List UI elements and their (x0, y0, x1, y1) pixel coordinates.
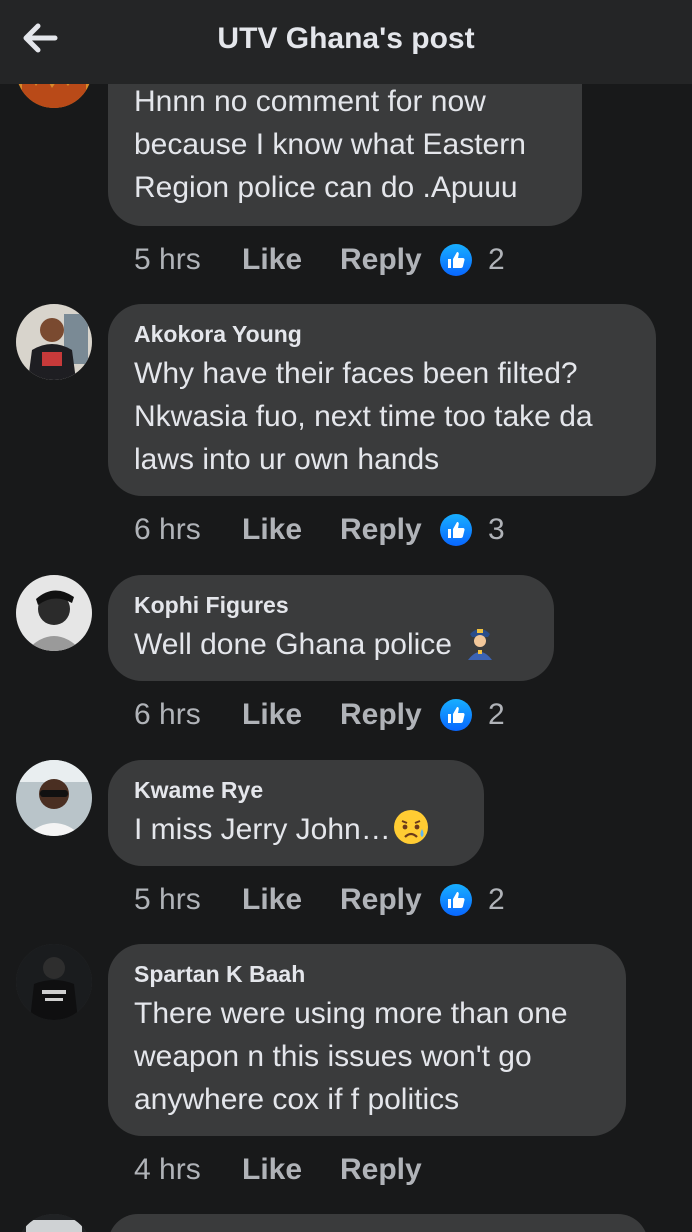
comment-bubble[interactable] (108, 1214, 648, 1232)
comment-actions: 5 hrs Like Reply 2 (134, 240, 505, 280)
comment-actions: 6 hrs Like Reply 2 (134, 695, 505, 735)
like-reaction-icon (440, 244, 472, 276)
like-reaction-icon (440, 884, 472, 916)
police-officer-emoji (466, 624, 494, 665)
avatar[interactable] (16, 304, 92, 380)
top-bar: UTV Ghana's post (0, 0, 692, 84)
comment-bubble[interactable]: Akokora Young Why have their faces been … (108, 304, 656, 496)
reply-button[interactable]: Reply (340, 1150, 440, 1190)
reply-button[interactable]: Reply (340, 695, 440, 735)
reply-button[interactable]: Reply (340, 240, 440, 280)
reply-button[interactable]: Reply (340, 510, 440, 550)
reaction-summary[interactable]: 2 (440, 695, 505, 735)
comment-time: 5 hrs (134, 883, 201, 916)
page-title: UTV Ghana's post (217, 22, 475, 55)
comment-time: 6 hrs (134, 513, 201, 546)
comment-bubble[interactable]: Kwame Rye I miss Jerry John… (108, 760, 484, 866)
comment-author[interactable]: Kwame Rye (134, 776, 458, 804)
like-button[interactable]: Like (242, 1150, 340, 1190)
comment-text: Why have their faces been filted? Nkwasi… (134, 357, 593, 476)
like-button[interactable]: Like (242, 695, 340, 735)
comment-text: Hnnn no comment for now because I know w… (134, 85, 526, 204)
comment-text: I miss Jerry John… (134, 813, 391, 846)
comment-text: Well done Ghana police (134, 628, 452, 661)
comments-feed[interactable]: Hnnn no comment for now because I know w… (0, 0, 692, 1232)
reaction-count: 2 (488, 883, 505, 916)
avatar[interactable] (16, 944, 92, 1020)
reaction-count: 3 (488, 513, 505, 546)
comment-text: There were using more than one weapon n … (134, 997, 568, 1116)
comment-author[interactable]: Kophi Figures (134, 591, 528, 619)
reaction-summary[interactable]: 3 (440, 510, 505, 550)
comment-time: 4 hrs (134, 1153, 201, 1186)
reply-button[interactable]: Reply (340, 880, 440, 920)
avatar[interactable] (16, 575, 92, 651)
comment-author[interactable]: Akokora Young (134, 320, 630, 348)
comment-author[interactable]: Spartan K Baah (134, 960, 600, 988)
like-button[interactable]: Like (242, 240, 340, 280)
comment-actions: 5 hrs Like Reply 2 (134, 880, 505, 920)
comment-time: 5 hrs (134, 243, 201, 276)
like-reaction-icon (440, 699, 472, 731)
comment-actions: 4 hrs Like Reply (134, 1150, 440, 1190)
like-button[interactable]: Like (242, 510, 340, 550)
reaction-count: 2 (488, 243, 505, 276)
reaction-summary[interactable]: 2 (440, 880, 505, 920)
avatar[interactable] (16, 760, 92, 836)
comment-bubble[interactable]: Kophi Figures Well done Ghana police (108, 575, 554, 681)
reaction-summary[interactable]: 2 (440, 240, 505, 280)
comment-time: 6 hrs (134, 698, 201, 731)
like-reaction-icon (440, 514, 472, 546)
comment-bubble[interactable]: Spartan K Baah There were using more tha… (108, 944, 626, 1136)
comment-actions: 6 hrs Like Reply 3 (134, 510, 505, 550)
avatar[interactable] (16, 1214, 92, 1232)
like-button[interactable]: Like (242, 880, 340, 920)
sad-but-relieved-face-emoji (393, 809, 429, 850)
reaction-count: 2 (488, 698, 505, 731)
